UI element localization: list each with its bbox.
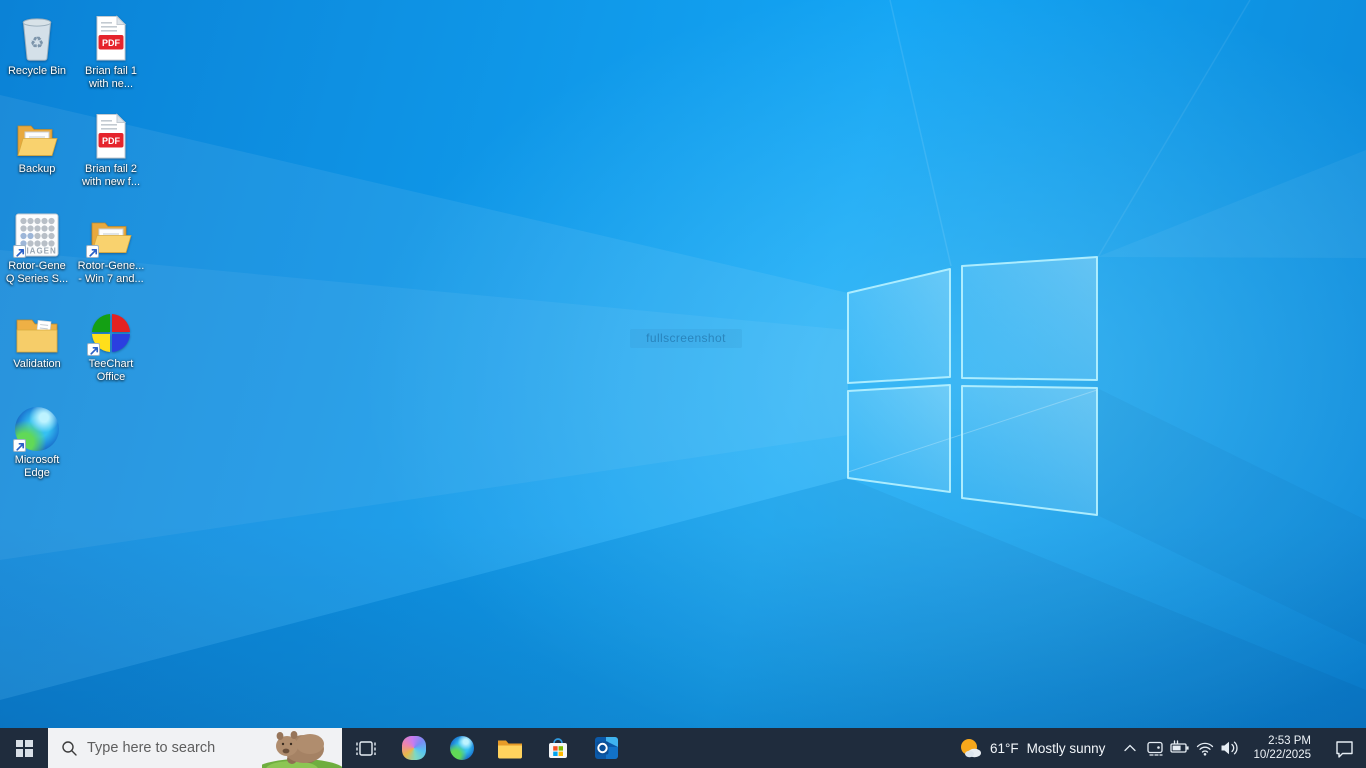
recycle-bin-icon: ♻ — [22, 18, 52, 61]
mostly-sunny-icon — [960, 738, 981, 757]
taskbar-copilot-button[interactable] — [390, 728, 438, 768]
shortcut-arrow-icon — [86, 245, 99, 258]
svg-text:PDF: PDF — [102, 136, 121, 146]
shortcut-arrow-icon — [13, 439, 26, 452]
clock-date: 10/22/2025 — [1253, 749, 1311, 761]
show-hidden-icons-button[interactable] — [1117, 728, 1142, 768]
chevron-up-icon — [1124, 744, 1136, 752]
taskbar-empty-space — [630, 728, 947, 768]
desktop-icon-label: Recycle Bin — [7, 65, 67, 77]
outlook-icon — [594, 737, 618, 759]
windows-logo-wallpaper — [0, 0, 1366, 728]
desktop-icon-label: Brian fail 1 with ne... — [85, 65, 137, 90]
desktop-icon-microsoft-edge[interactable]: Microsoft Edge — [0, 399, 74, 480]
tray-display-device-button[interactable] — [1142, 728, 1167, 768]
desktop-icon-rotor-gene-win7-folder[interactable]: Rotor-Gene... - Win 7 and... — [74, 205, 148, 286]
desktop-icon-brian-fail-2-pdf[interactable]: PDF Brian fail 2 with new f... — [74, 108, 148, 189]
desktop-icon-label: Backup — [18, 163, 56, 175]
display-device-icon — [1147, 741, 1163, 756]
windows-start-icon — [15, 739, 33, 757]
svg-text:PDF: PDF — [102, 38, 121, 48]
task-view-icon — [356, 740, 376, 756]
search-icon — [62, 740, 77, 756]
shortcut-arrow-icon — [13, 245, 26, 258]
desktop-icon-brian-fail-1-pdf[interactable]: PDF Brian fail 1 with ne... — [74, 10, 148, 91]
taskbar-search-box[interactable] — [48, 728, 342, 768]
tray-volume-button[interactable] — [1217, 728, 1242, 768]
file-explorer-icon — [498, 740, 522, 759]
taskbar: 61°F Mostly sunny — [0, 728, 1366, 768]
taskbar-clock[interactable]: 2:53 PM 10/22/2025 — [1242, 728, 1322, 768]
tray-wifi-button[interactable] — [1192, 728, 1217, 768]
copilot-icon — [402, 736, 426, 760]
taskbar-edge-button[interactable] — [438, 728, 486, 768]
notification-bubble-icon — [1335, 740, 1353, 758]
desktop-icon-label: Rotor-Gene... - Win 7 and... — [77, 260, 145, 285]
weather-condition: Mostly sunny — [1026, 740, 1106, 756]
taskbar-file-explorer-button[interactable] — [486, 728, 534, 768]
microsoft-store-icon — [549, 737, 567, 758]
svg-text:♻: ♻ — [30, 35, 44, 52]
desktop-icon-label: Validation — [13, 358, 61, 370]
edge-browser-icon — [450, 736, 474, 760]
wifi-icon — [1196, 742, 1214, 756]
taskbar-outlook-button[interactable] — [582, 728, 630, 768]
weather-temperature: 61°F — [989, 740, 1019, 756]
desktop-icon-label: TeeChart Office — [88, 358, 134, 383]
battery-charging-icon — [1170, 740, 1190, 753]
desktop-icon-recycle-bin[interactable]: ♻ Recycle Bin — [0, 10, 74, 78]
watermark-text: fullscreenshot — [630, 329, 742, 348]
clock-time: 2:53 PM — [1268, 735, 1311, 747]
desktop-icon-label: Microsoft Edge — [14, 454, 60, 479]
weather-widget[interactable]: 61°F Mostly sunny — [947, 728, 1117, 768]
folder-with-documents-icon — [16, 319, 58, 353]
desktop-icon-backup-folder[interactable]: Backup — [0, 108, 74, 176]
desktop-icon-label: Rotor-Gene Q Series S... — [5, 260, 69, 285]
desktop-icon-label: Brian fail 2 with new f... — [81, 163, 141, 188]
desktop-icon-validation-folder[interactable]: Validation — [0, 303, 74, 371]
shortcut-arrow-icon — [87, 343, 100, 356]
search-highlight-wombat-image[interactable] — [262, 728, 342, 768]
pdf-file-icon: PDF — [96, 113, 127, 159]
action-center-button[interactable] — [1322, 728, 1366, 768]
desktop-icon-rotor-gene-q-series[interactable]: QIAGEN Rotor-Gene Q Series S... — [0, 205, 74, 286]
desktop-wallpaper: fullscreenshot ♻ Recycle Bin PDF Brian f… — [0, 0, 1366, 728]
tray-battery-button[interactable] — [1167, 728, 1192, 768]
open-folder-icon — [17, 125, 58, 156]
desktop-icon-teechart-office[interactable]: TeeChart Office — [74, 303, 148, 384]
pdf-file-icon: PDF — [96, 15, 127, 61]
taskbar-microsoft-store-button[interactable] — [534, 728, 582, 768]
volume-icon — [1221, 741, 1239, 755]
task-view-button[interactable] — [342, 728, 390, 768]
start-button[interactable] — [0, 728, 48, 768]
